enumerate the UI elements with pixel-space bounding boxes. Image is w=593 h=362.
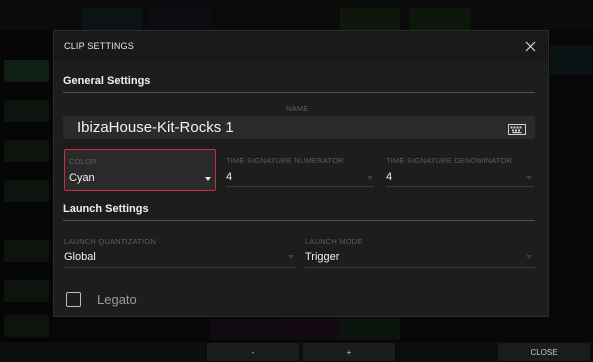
time-sig-denominator-value[interactable]: 4 — [386, 171, 392, 183]
keyboard-icon[interactable] — [508, 122, 526, 140]
section-divider — [63, 92, 535, 93]
field-underline — [226, 186, 374, 187]
clip-settings-dialog: CLIP SETTINGS General Settings NAME Ibiz… — [53, 30, 549, 317]
time-sig-numerator-value[interactable]: 4 — [226, 171, 232, 183]
time-sig-numerator-label: TIME SIGNATURE NUMERATOR — [226, 156, 344, 165]
launch-quantization-value[interactable]: Global — [64, 251, 96, 263]
color-dropdown[interactable]: COLOR Cyan — [64, 149, 216, 191]
close-icon[interactable] — [522, 38, 538, 54]
chevron-down-icon — [526, 176, 532, 180]
name-value: IbizaHouse-Kit-Rocks 1 — [77, 119, 234, 136]
chevron-down-icon — [526, 255, 532, 259]
launch-mode-label: LAUNCH MODE — [305, 237, 363, 246]
chevron-down-icon — [367, 176, 373, 180]
minus-button[interactable]: - — [207, 343, 299, 361]
launch-mode-value[interactable]: Trigger — [305, 251, 339, 263]
section-divider — [63, 220, 535, 221]
launch-quantization-label: LAUNCH QUANTIZATION — [64, 237, 156, 246]
field-underline — [386, 186, 534, 187]
legato-checkbox[interactable] — [66, 292, 81, 307]
general-settings-heading: General Settings — [63, 75, 151, 87]
field-underline — [305, 267, 535, 268]
color-label: COLOR — [69, 157, 97, 166]
name-label: NAME — [286, 104, 309, 113]
color-value: Cyan — [69, 172, 95, 184]
chevron-down-icon — [288, 255, 294, 259]
legato-label: Legato — [97, 292, 137, 307]
dialog-header: CLIP SETTINGS — [54, 31, 548, 61]
chevron-down-icon — [205, 177, 211, 181]
close-button[interactable]: CLOSE — [498, 343, 590, 361]
name-field[interactable]: IbizaHouse-Kit-Rocks 1 — [63, 116, 535, 139]
dialog-title: CLIP SETTINGS — [64, 41, 134, 51]
plus-button[interactable]: + — [303, 343, 395, 361]
time-sig-denominator-label: TIME SIGNATURE DENOMINATOR — [386, 156, 513, 165]
field-underline — [64, 267, 296, 268]
launch-settings-heading: Launch Settings — [63, 203, 149, 215]
